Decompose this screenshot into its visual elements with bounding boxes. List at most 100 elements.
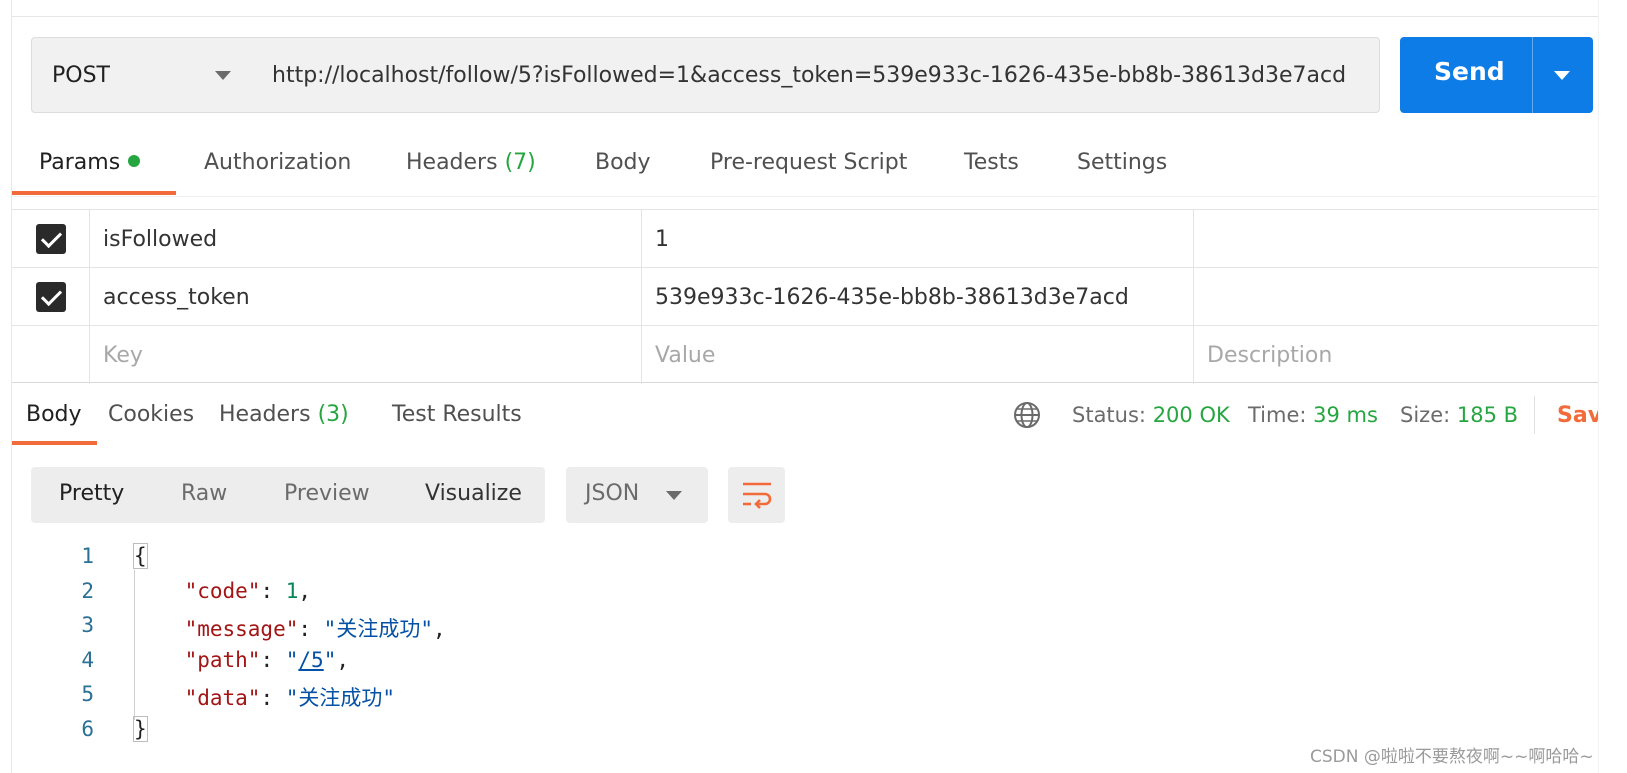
params-table: isFollowed 1 access_token 539e933c-1626-…: [12, 209, 1598, 384]
code-text: "code": 1,: [184, 578, 312, 603]
code-line: 1 {: [12, 540, 1598, 575]
line-number: 3: [81, 613, 94, 637]
line-number: 6: [81, 716, 94, 741]
active-tab-indicator: [12, 441, 97, 445]
tab-label: Test Results: [392, 402, 522, 427]
tab-pretty[interactable]: Pretty: [59, 481, 124, 506]
param-description[interactable]: [1194, 210, 1598, 268]
time-label: Time:: [1248, 403, 1307, 427]
time-value: 39 ms: [1313, 403, 1378, 427]
checkbox-checked-icon[interactable]: [35, 282, 66, 312]
line-number: 5: [81, 682, 94, 706]
param-key[interactable]: access_token: [90, 268, 642, 326]
tab-label: Params: [39, 150, 121, 175]
chevron-down-icon: [666, 491, 682, 500]
top-border: [12, 16, 1598, 17]
line-number: 1: [81, 544, 94, 568]
param-value[interactable]: 1: [642, 210, 1194, 268]
json-value: "关注成功": [285, 686, 396, 710]
code-text: }: [133, 715, 148, 742]
json-key: "path": [184, 647, 261, 672]
watermark: CSDN @啦啦不要熬夜啊~~啊哈哈~: [1310, 747, 1594, 767]
line-number: 4: [81, 647, 94, 672]
tab-test-results[interactable]: Test Results: [392, 402, 522, 427]
method-select[interactable]: POST: [31, 37, 253, 113]
send-label: Send: [1434, 57, 1505, 86]
tab-label: Pre-request Script: [710, 150, 908, 175]
code-line: 3 "message": "关注成功",: [12, 609, 1598, 644]
code-text: "path": "/5",: [184, 647, 349, 672]
code-text: "data": "关注成功": [184, 686, 396, 710]
tab-label: Settings: [1077, 150, 1168, 175]
tab-label: Body: [26, 402, 82, 427]
checkbox-checked-icon[interactable]: [35, 224, 66, 254]
json-link-value[interactable]: /5: [298, 648, 323, 672]
row-checkbox-cell: [12, 268, 90, 326]
size-readout[interactable]: Size: 185 B: [1400, 403, 1518, 427]
response-code[interactable]: 1 { 2 "code": 1, 3 "message": "关注成功", 4 …: [12, 540, 1598, 747]
active-tab-indicator: [12, 191, 176, 195]
send-button[interactable]: Send: [1400, 37, 1593, 113]
json-comma: ,: [298, 578, 312, 603]
tab-label: Headers: [406, 150, 498, 175]
tab-settings[interactable]: Settings: [1077, 150, 1167, 175]
json-value: "关注成功": [323, 617, 433, 641]
tab-label: Cookies: [108, 402, 195, 427]
line-number: 2: [81, 578, 94, 603]
code-line: 2 "code": 1,: [12, 575, 1598, 610]
language-select[interactable]: JSON: [566, 467, 708, 523]
active-dot-icon: [128, 155, 141, 167]
code-line: 5 "data": "关注成功": [12, 678, 1598, 713]
format-tabs: Pretty Raw Preview Visualize: [31, 467, 545, 523]
open-brace: {: [133, 543, 148, 569]
table-row: isFollowed 1: [12, 209, 1598, 268]
tab-params[interactable]: Params: [39, 150, 141, 175]
tab-cookies[interactable]: Cookies: [108, 402, 194, 427]
tab-count: (3): [317, 402, 349, 427]
close-brace: }: [133, 715, 148, 742]
description-placeholder-input[interactable]: Description: [1194, 326, 1598, 384]
save-response-button[interactable]: Save Response: [1557, 403, 1598, 428]
tab-response-body[interactable]: Body: [26, 402, 82, 427]
tab-response-headers[interactable]: Headers (3): [219, 402, 349, 427]
method-label: POST: [52, 62, 110, 88]
tab-headers[interactable]: Headers (7): [406, 150, 536, 175]
tab-pre-request-script[interactable]: Pre-request Script: [710, 150, 907, 175]
size-value: 185 B: [1456, 403, 1519, 427]
value-placeholder-input[interactable]: Value: [642, 326, 1194, 384]
key-placeholder-input[interactable]: Key: [90, 326, 642, 384]
send-divider: [1532, 37, 1533, 113]
tab-label: Authorization: [204, 150, 352, 175]
status-divider: [1534, 396, 1535, 434]
tab-raw[interactable]: Raw: [181, 481, 227, 506]
language-label: JSON: [585, 481, 640, 506]
tab-count: (7): [504, 150, 536, 175]
tabs-divider: [12, 196, 1598, 197]
chevron-down-icon: [215, 71, 231, 80]
right-border: [1598, 0, 1599, 773]
status-readout[interactable]: Status: 200 OK: [1072, 403, 1230, 427]
param-key[interactable]: isFollowed: [90, 210, 642, 268]
tab-label: Body: [595, 150, 651, 175]
globe-icon[interactable]: [1012, 400, 1042, 430]
size-label: Size:: [1400, 403, 1451, 427]
tab-preview[interactable]: Preview: [284, 481, 370, 506]
code-text: "message": "关注成功",: [184, 617, 446, 641]
param-value[interactable]: 539e933c-1626-435e-bb8b-38613d3e7acd: [642, 268, 1194, 326]
tab-authorization[interactable]: Authorization: [204, 150, 351, 175]
tab-visualize[interactable]: Visualize: [425, 481, 522, 506]
url-input[interactable]: http://localhost/follow/5?isFollowed=1&a…: [252, 37, 1380, 113]
json-key: "message": [184, 617, 299, 641]
row-checkbox-cell: [12, 326, 90, 384]
json-quote: ": [285, 647, 299, 672]
param-description[interactable]: [1194, 268, 1598, 326]
tab-body[interactable]: Body: [595, 150, 651, 175]
tab-tests[interactable]: Tests: [964, 150, 1019, 175]
table-row-new: Key Value Description: [12, 325, 1598, 384]
json-quote: ": [323, 647, 337, 672]
status-label: Status:: [1072, 403, 1146, 427]
wrap-lines-button[interactable]: [728, 467, 785, 523]
json-key: "data": [184, 686, 261, 710]
chevron-down-icon[interactable]: [1554, 71, 1570, 80]
time-readout[interactable]: Time: 39 ms: [1248, 403, 1378, 427]
